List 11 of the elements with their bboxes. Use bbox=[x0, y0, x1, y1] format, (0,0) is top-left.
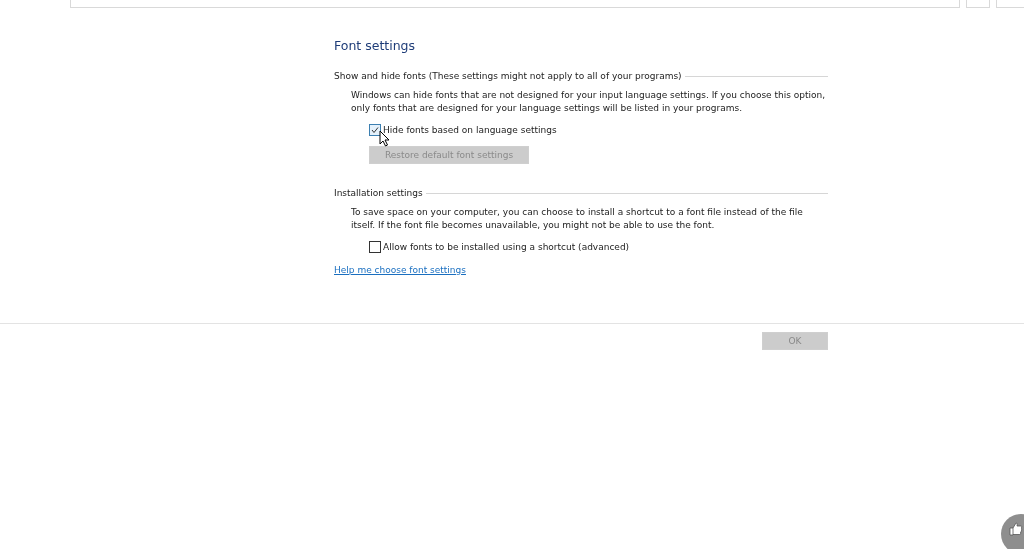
section-heading: Show and hide fonts (These settings might not apply to all of your programs) bbox=[334, 71, 682, 81]
checkbox-label[interactable]: Allow fonts to be installed using a shortcut (advanced) bbox=[383, 242, 630, 252]
checkbox-label[interactable]: Hide fonts based on language settings bbox=[383, 125, 557, 135]
thumbs-up-icon bbox=[1009, 522, 1023, 536]
section-description: Windows can hide fonts that are not designed for your input language settings. If you choose this option, only fonts that are designed for your language settings will be listed in your programs. bbox=[351, 89, 827, 115]
section-description: To save space on your computer, you can choose to install a shortcut to a font file instead of the file itself. If the font file becomes unavailable, you might not be able to use the font. bbox=[351, 206, 804, 232]
page-title: Font settings bbox=[334, 38, 417, 53]
checkbox[interactable] bbox=[369, 124, 381, 136]
section-heading: Installation settings bbox=[334, 188, 423, 198]
checkbox[interactable] bbox=[369, 241, 381, 253]
help-link[interactable]: Help me choose font settings bbox=[334, 265, 466, 275]
